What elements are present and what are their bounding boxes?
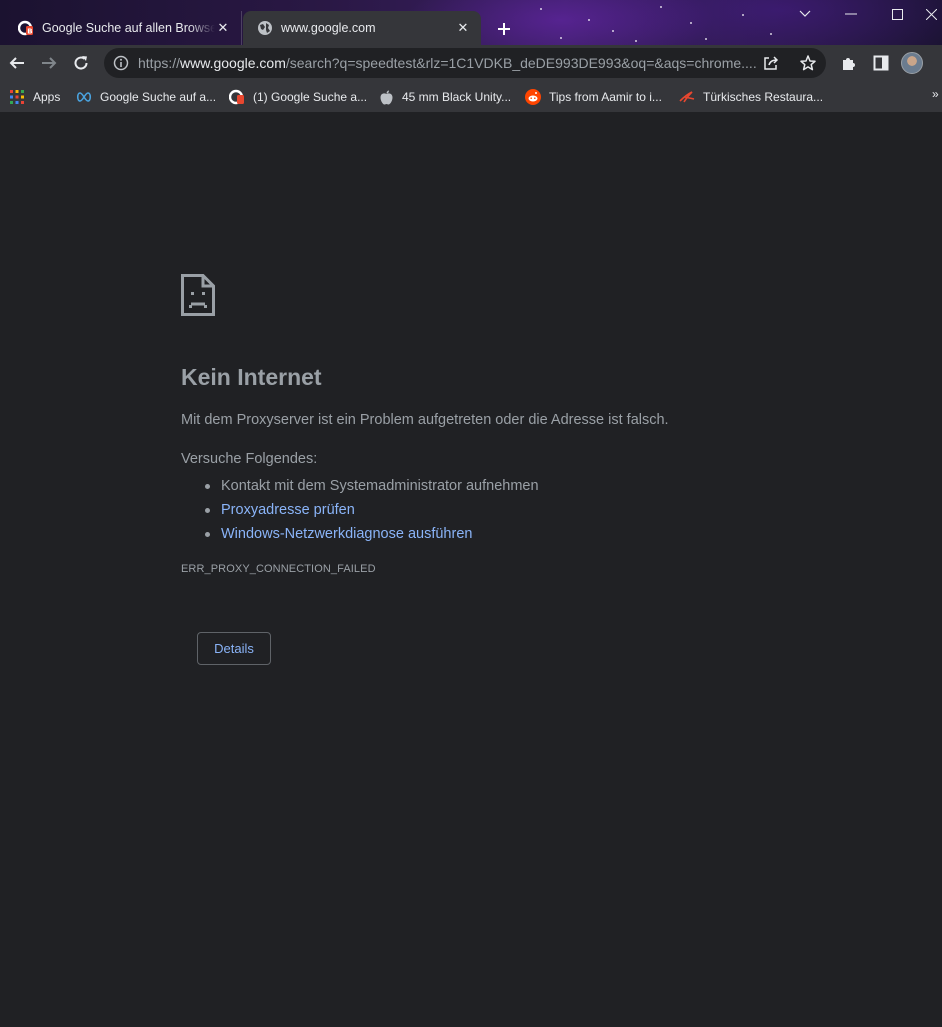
maximize-icon <box>891 8 903 20</box>
error-message: Mit dem Proxyserver ist ein Problem aufg… <box>181 412 669 428</box>
details-button[interactable]: Details <box>197 632 271 665</box>
arrow-left-icon <box>9 57 24 69</box>
bookmark-label: (1) Google Suche a... <box>253 90 368 104</box>
bookmarks-overflow-button[interactable]: » <box>932 87 939 101</box>
infinity-icon <box>76 89 92 105</box>
svg-text:B: B <box>27 28 32 36</box>
bookmark-google-suche-2[interactable]: (1) Google Suche a... <box>229 87 367 107</box>
puzzle-icon <box>843 58 855 70</box>
close-tab-icon[interactable]: ✕ <box>215 20 231 36</box>
tab-title: Google Suche auf allen Browser s <box>42 21 215 35</box>
forward-button[interactable] <box>35 49 63 77</box>
url-path: /search?q=speedtest&rlz=1C1VDKB_deDE993D… <box>285 55 757 71</box>
suggestion-contact-admin: Kontakt mit dem Systemadministrator aufn… <box>205 474 539 498</box>
error-page: Kein Internet Mit dem Proxyserver ist ei… <box>0 114 942 1027</box>
extensions-button[interactable] <box>835 49 863 77</box>
toolbar: https://www.google.com/search?q=speedtes… <box>0 45 942 81</box>
suggestion-network-diagnostics-link[interactable]: Windows-Netzwerkdiagnose ausführen <box>205 522 539 546</box>
bookmark-label: Apps <box>33 90 61 104</box>
bookmark-label: Türkisches Restaura... <box>703 90 824 104</box>
chevron-down-icon <box>799 10 811 17</box>
share-icon[interactable] <box>762 54 780 72</box>
bird-icon <box>679 89 695 105</box>
tab-title: www.google.com <box>281 21 376 35</box>
info-icon[interactable] <box>112 54 130 72</box>
tab-www-google-com[interactable]: www.google.com ✕ <box>243 11 481 45</box>
apple-icon <box>378 89 394 105</box>
suggestions-list: Kontakt mit dem Systemadministrator aufn… <box>205 474 539 546</box>
url-scheme: https:// <box>138 55 181 71</box>
back-button[interactable] <box>3 49 31 77</box>
globe-icon <box>257 20 273 36</box>
cb-logo-icon: B <box>18 20 34 36</box>
bookmark-label: 45 mm Black Unity... <box>402 90 512 104</box>
url-host: www.google.com <box>180 55 286 71</box>
tab-search-button[interactable] <box>782 0 828 28</box>
bookmark-google-suche-1[interactable]: Google Suche auf a... <box>76 87 216 107</box>
reading-list-button[interactable] <box>867 49 895 77</box>
profile-avatar[interactable] <box>901 52 923 74</box>
bookmark-tuerkisches-restaurant[interactable]: Türkisches Restaura... <box>679 87 823 107</box>
url-text: https://www.google.com/search?q=speedtes… <box>138 55 760 71</box>
bookmarks-bar: Apps Google Suche auf a... (1) Google Su… <box>0 81 942 113</box>
bookmark-apps[interactable]: Apps <box>9 87 60 107</box>
error-title: Kein Internet <box>181 364 322 390</box>
cb-logo-icon <box>229 89 245 105</box>
tab-google-suche[interactable]: B Google Suche auf allen Browser s ✕ <box>4 11 242 45</box>
apps-grid-icon <box>9 89 25 105</box>
try-heading: Versuche Folgendes: <box>181 451 318 467</box>
bookmark-label: Google Suche auf a... <box>100 90 217 104</box>
maximize-button[interactable] <box>874 0 920 28</box>
close-tab-icon[interactable]: ✕ <box>455 20 471 36</box>
side-panel-icon <box>873 55 889 71</box>
error-code: ERR_PROXY_CONNECTION_FAILED <box>181 563 376 575</box>
bookmark-black-unity[interactable]: 45 mm Black Unity... <box>378 87 511 107</box>
plus-icon <box>498 23 510 35</box>
reload-icon <box>74 56 88 70</box>
arrow-right-icon <box>42 57 57 69</box>
reload-button[interactable] <box>67 49 95 77</box>
suggestion-check-proxy-link[interactable]: Proxyadresse prüfen <box>205 498 539 522</box>
reddit-icon <box>525 89 541 105</box>
sad-document-icon <box>181 274 215 316</box>
bookmark-label: Tips from Aamir to i... <box>549 90 662 104</box>
bookmark-tips-aamir[interactable]: Tips from Aamir to i... <box>525 87 662 107</box>
close-window-button[interactable] <box>920 0 942 28</box>
bookmark-star-icon[interactable] <box>799 54 817 72</box>
tab-strip: B Google Suche auf allen Browser s ✕ www… <box>0 0 942 45</box>
new-tab-button[interactable] <box>490 16 518 42</box>
close-icon <box>925 8 937 20</box>
address-bar[interactable]: https://www.google.com/search?q=speedtes… <box>104 48 826 78</box>
minimize-button[interactable] <box>828 0 874 28</box>
minimize-icon <box>845 13 857 15</box>
